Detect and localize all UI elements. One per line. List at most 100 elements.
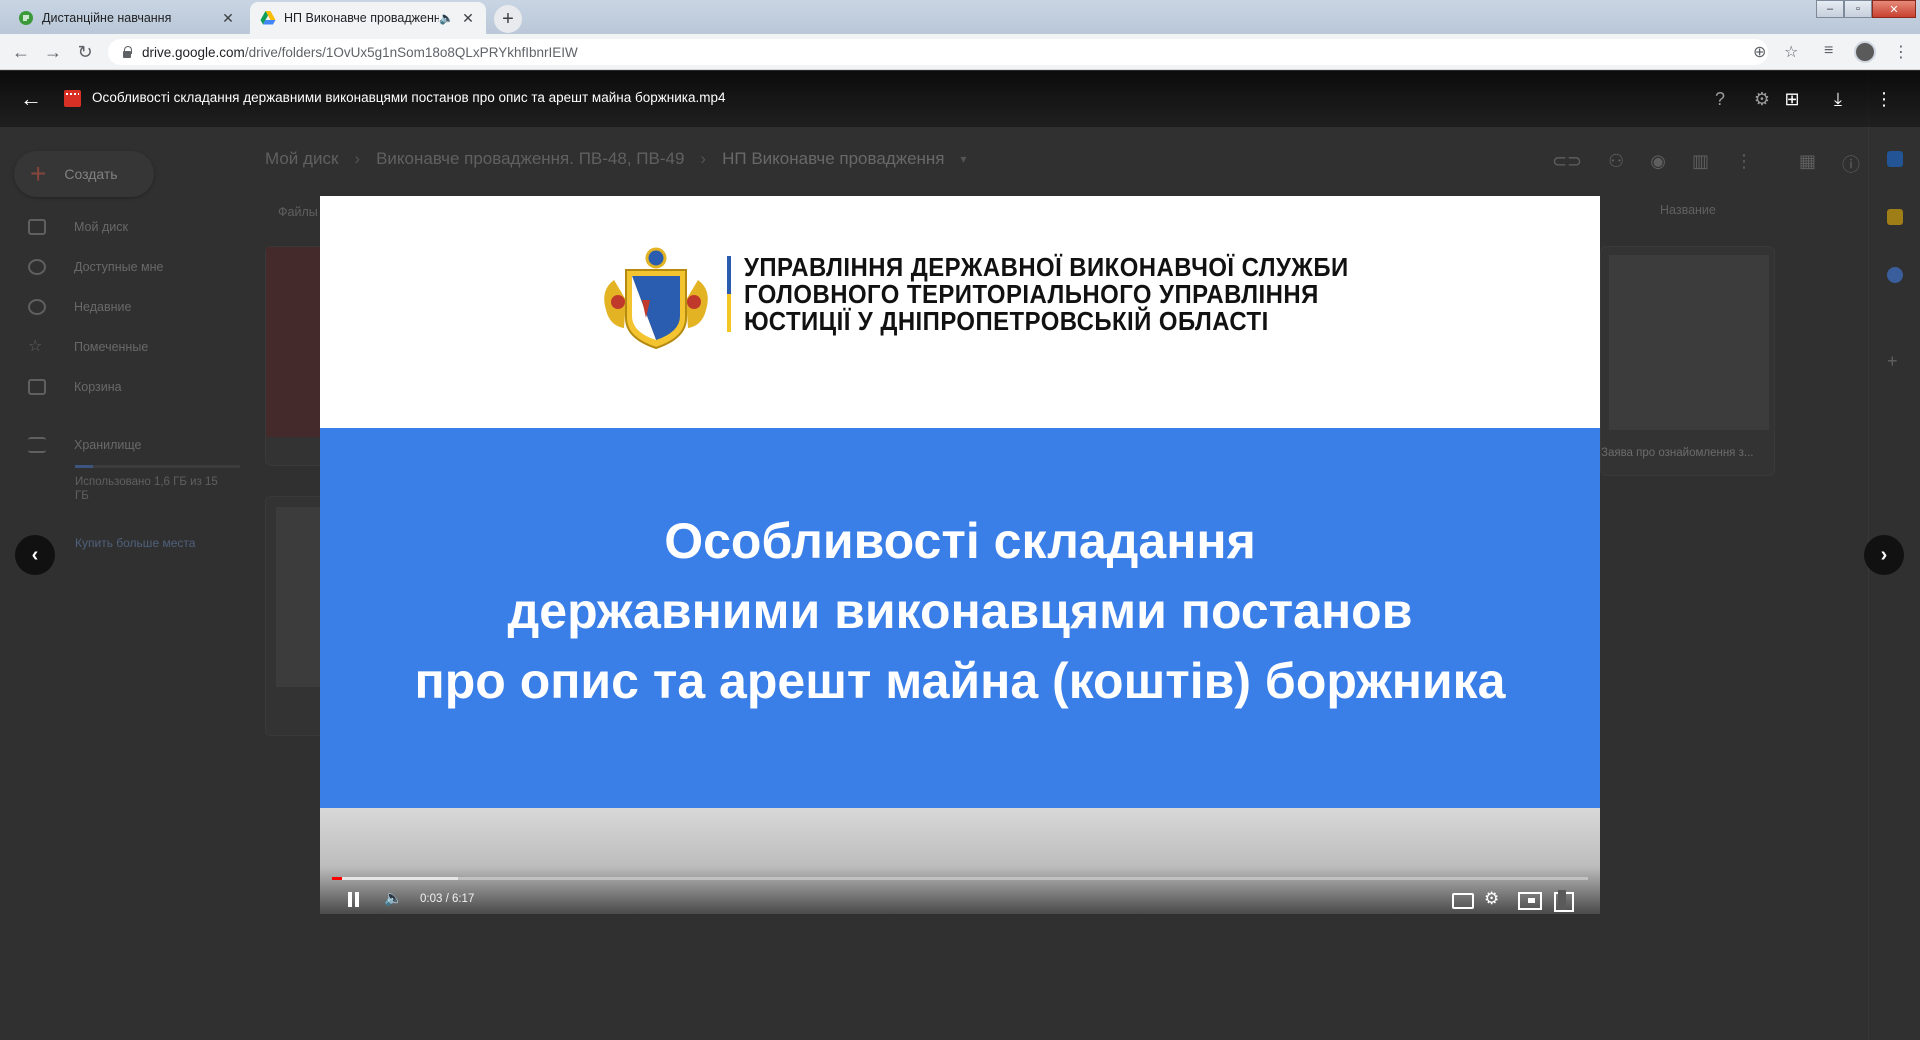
preview-icon[interactable]: ◉ (1650, 151, 1666, 177)
browser-toolbar: ← → ↻ drive.google.com/drive/folders/1Ov… (0, 34, 1920, 70)
tab-close-icon[interactable]: ✕ (460, 10, 476, 27)
agency-divider (727, 256, 731, 332)
info-icon[interactable]: ⓘ (1842, 151, 1860, 177)
breadcrumb-item[interactable]: Мой диск (265, 149, 338, 169)
tab-drive-folder[interactable]: НП Виконавче провадження 🔈 ✕ (250, 2, 486, 34)
more-icon[interactable]: ⋮ (1735, 151, 1753, 177)
address-bar[interactable]: drive.google.com/drive/folders/1OvUx5g1n… (108, 39, 1768, 65)
new-tab-button[interactable]: + (494, 5, 522, 33)
add-person-icon[interactable]: ⚇ (1608, 151, 1624, 177)
storage-usage-bar (75, 465, 240, 468)
create-label: Создать (64, 166, 118, 182)
keep-icon[interactable] (1887, 209, 1903, 225)
next-file-button[interactable]: › (1864, 535, 1904, 575)
time-display: 0:03 / 6:17 (420, 893, 475, 905)
buy-storage-link[interactable]: Купить больше места (75, 536, 195, 550)
agency-name: УПРАВЛІННЯ ДЕРЖАВНОЇ ВИКОНАВЧОЇ СЛУЖБИ Г… (744, 254, 1349, 335)
video-title-line: про опис та арешт майна (коштів) боржник… (414, 653, 1506, 709)
chrome-menu-icon[interactable]: ⋮ (1893, 42, 1909, 62)
sidebar-item-label: Недавние (74, 300, 132, 314)
video-file-icon (64, 90, 81, 107)
clock-icon (28, 299, 46, 315)
tab-distance-learning[interactable]: Дистанційне навчання ✕ (8, 2, 246, 34)
agency-line: ЮСТИЦІЇ У ДНІПРОПЕТРОВСЬКІЙ ОБЛАСТІ (744, 306, 1269, 336)
previous-file-button[interactable]: ‹ (15, 535, 55, 575)
breadcrumb-item[interactable]: Виконавче провадження. ПВ-48, ПВ-49 (376, 149, 684, 169)
dropdown-arrow-icon[interactable]: ▾ (961, 152, 967, 166)
sidebar-item-recent[interactable]: Недавние (28, 297, 131, 317)
tab-title: Дистанційне навчання (42, 11, 172, 25)
add-addon-icon[interactable]: + (1887, 351, 1898, 372)
file-name: Заява про ознайомлення з... (1601, 447, 1754, 459)
window-close-button[interactable]: ✕ (1872, 0, 1916, 18)
sidebar-item-storage[interactable]: Хранилище (28, 435, 142, 455)
link-icon[interactable]: ⊂⊃ (1552, 151, 1582, 177)
video-progress-bar[interactable] (332, 877, 1588, 880)
video-controls: 🔈 0:03 / 6:17 ⚙ (320, 884, 1600, 914)
pause-icon[interactable] (346, 888, 360, 910)
minimize-button[interactable]: – (1816, 0, 1844, 18)
sidebar-item-starred[interactable]: ☆ Помеченные (28, 337, 148, 357)
sidebar-item-label: Хранилище (74, 438, 142, 452)
add-to-drive-icon[interactable]: ⊕ (1753, 42, 1766, 62)
site-favicon-icon (18, 10, 34, 26)
video-title: Особливості складання державними виконав… (320, 506, 1600, 716)
window-controls: – ▫ ✕ (1816, 0, 1916, 18)
maximize-button[interactable]: ▫ (1844, 0, 1872, 18)
settings-icon[interactable]: ⚙ (1750, 87, 1774, 111)
add-comment-icon[interactable]: ⊞ (1780, 87, 1804, 111)
coat-of-arms-icon (604, 247, 708, 350)
files-section-label: Файлы (278, 205, 318, 219)
viewer-header: ← Особливості складання державними викон… (0, 71, 1920, 127)
profile-avatar[interactable] (1854, 41, 1876, 63)
sort-by-name[interactable]: Название (1660, 203, 1716, 217)
lock-icon (122, 46, 132, 58)
sidebar-item-label: Доступные мне (74, 260, 164, 274)
tab-close-icon[interactable]: ✕ (220, 10, 236, 27)
plus-icon: + (30, 158, 47, 189)
url-host: drive.google.com (142, 44, 245, 60)
reload-icon[interactable]: ↻ (74, 41, 96, 63)
tab-title: НП Виконавче провадження (284, 11, 440, 25)
buffered-bar (332, 877, 458, 880)
storage-usage-fill (75, 465, 94, 468)
video-settings-icon[interactable]: ⚙ (1484, 888, 1502, 910)
document-thumbnail (1609, 255, 1769, 430)
drive-actions: ⊂⊃ ⚇ ◉ ▥ ⋮ ▦ ⓘ (1552, 151, 1860, 177)
star-icon: ☆ (28, 338, 43, 355)
create-button[interactable]: + Создать (14, 151, 154, 197)
sidebar-item-label: Помеченные (74, 340, 149, 354)
breadcrumb-current[interactable]: НП Виконавче провадження (722, 149, 944, 169)
miniplayer-icon[interactable] (1518, 888, 1542, 910)
bookmark-star-icon[interactable]: ☆ (1784, 42, 1798, 62)
forward-icon[interactable]: → (42, 41, 64, 63)
sidebar-item-my-drive[interactable]: Мой диск (28, 217, 128, 237)
delete-icon[interactable]: ▥ (1692, 151, 1709, 177)
download-icon[interactable]: ⤓ (1826, 87, 1850, 111)
close-viewer-arrow-icon[interactable]: ← (20, 87, 44, 111)
sidebar-item-label: Мой диск (74, 220, 128, 234)
file-card-statement[interactable]: Заява про ознайомлення з... (1600, 246, 1775, 476)
chevron-right-icon: › (354, 149, 361, 168)
video-frame-header: УПРАВЛІННЯ ДЕРЖАВНОЇ ВИКОНАВЧОЇ СЛУЖБИ Г… (320, 196, 1600, 428)
sidebar-item-trash[interactable]: Корзина (28, 377, 122, 397)
sidebar-item-shared[interactable]: Доступные мне (28, 257, 163, 277)
sidebar-item-label: Корзина (74, 380, 122, 394)
back-icon[interactable]: ← (10, 41, 32, 63)
tasks-icon[interactable] (1887, 267, 1903, 283)
url-path: /drive/folders/1OvUx5g1nSom18o8QLxPRYkhf… (244, 44, 578, 60)
shared-icon (28, 259, 46, 275)
media-control-icon[interactable]: ≡ (1824, 42, 1833, 60)
viewer-more-icon[interactable]: ⋮ (1872, 87, 1896, 111)
grid-view-icon[interactable]: ▦ (1799, 151, 1816, 177)
video-player[interactable]: УПРАВЛІННЯ ДЕРЖАВНОЇ ВИКОНАВЧОЇ СЛУЖБИ Г… (320, 196, 1600, 914)
calendar-icon[interactable] (1887, 151, 1903, 167)
volume-icon[interactable]: 🔈 (384, 888, 403, 910)
browser-tab-bar: Дистанційне навчання ✕ НП Виконавче пров… (0, 0, 1920, 34)
viewer-file-title: Особливості складання державними виконав… (92, 90, 726, 105)
speaker-icon[interactable]: 🔈 (439, 11, 454, 25)
google-drive-icon (260, 10, 276, 26)
help-icon[interactable]: ? (1708, 87, 1732, 111)
fullscreen-icon[interactable] (1554, 888, 1574, 912)
subtitles-icon[interactable] (1452, 888, 1474, 910)
